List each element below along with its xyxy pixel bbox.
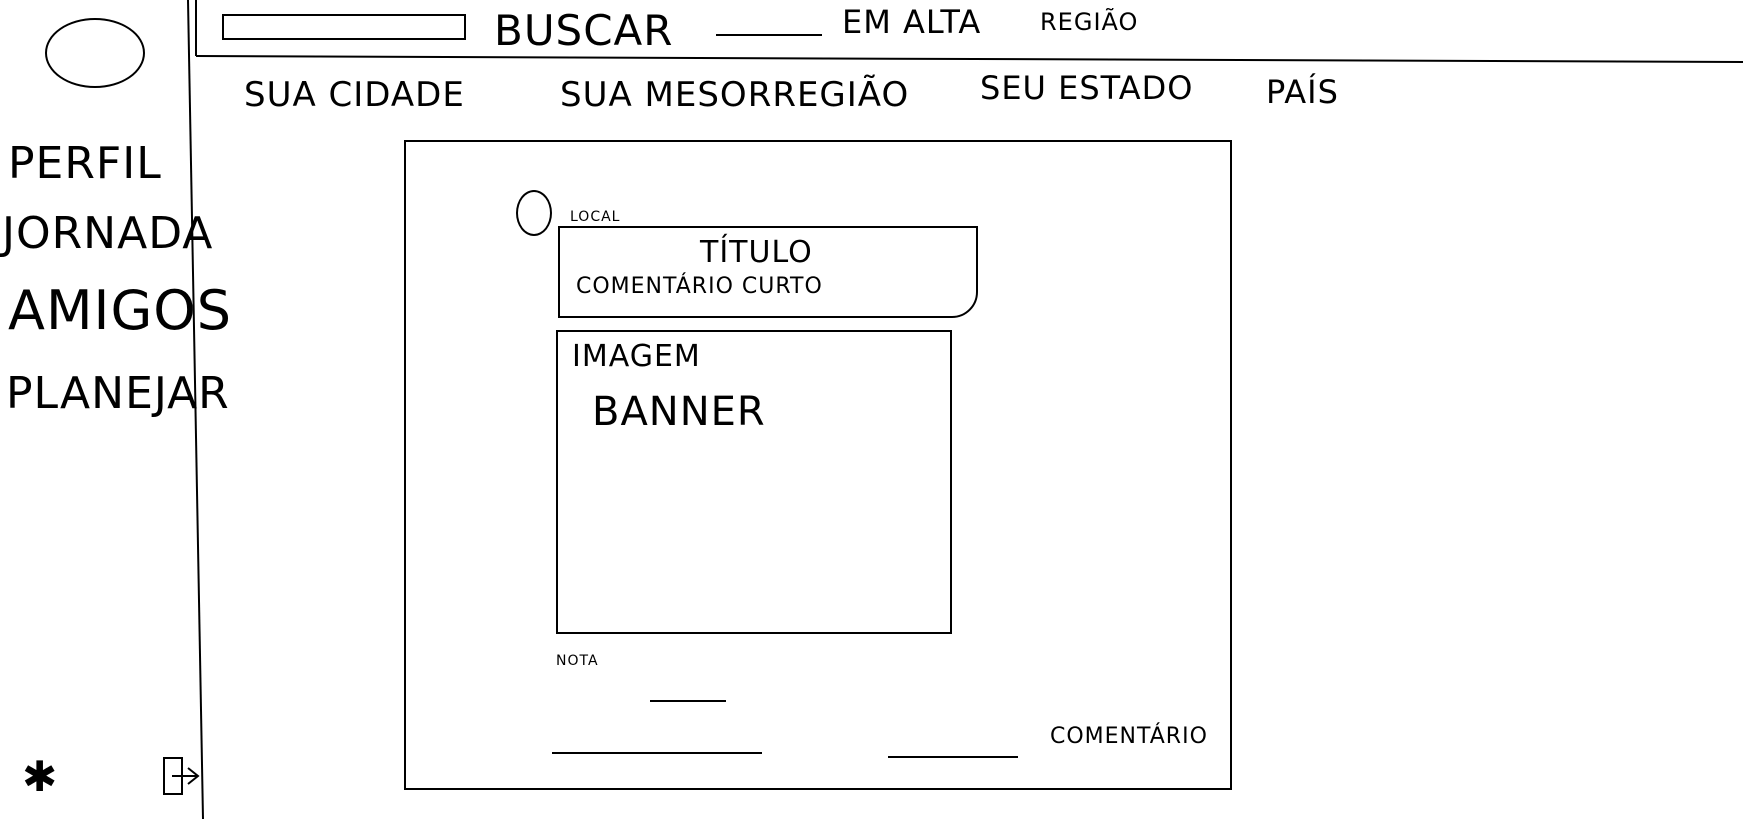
trending-arrow [716,34,822,36]
tab-sua-cidade[interactable]: SUA CIDADE [244,78,465,112]
location-avatar[interactable] [516,190,552,236]
note-label: NOTA [556,653,599,669]
search-input[interactable] [222,14,466,40]
post-title: TÍTULO [700,235,813,270]
location-label: LOCAL [570,209,621,225]
banner-image[interactable] [556,330,952,634]
tab-sua-mesorregiao[interactable]: SUA MESORREGIÃO [560,78,909,112]
banner-label: BANNER [592,389,766,435]
comments-arrow [888,756,1018,758]
tab-seu-estado[interactable]: SEU ESTADO [980,72,1193,104]
sidebar-item-jornada[interactable]: JORNADA [2,212,213,256]
trending-label[interactable]: EM ALTA [842,6,981,38]
sidebar-item-amigos[interactable]: AMIGOS [8,284,232,338]
tab-pais[interactable]: PAÍS [1266,76,1339,108]
avatar[interactable] [45,18,145,88]
sidebar-item-planejar[interactable]: PLANEJAR [6,372,230,416]
asterisk-icon[interactable]: ✱ [22,756,58,798]
region-filter[interactable]: REGIÃO [1040,10,1138,34]
logout-icon[interactable] [162,756,202,798]
image-label: IMAGEM [572,339,701,374]
sidebar-item-perfil[interactable]: PERFIL [8,142,162,186]
comments-link[interactable]: COMENTÁRIO [1050,726,1208,748]
post-short-comment: COMENTÁRIO CURTO [576,274,823,299]
reaction-line [552,752,762,754]
search-button[interactable]: BUSCAR [494,10,673,52]
note-line [650,700,726,702]
